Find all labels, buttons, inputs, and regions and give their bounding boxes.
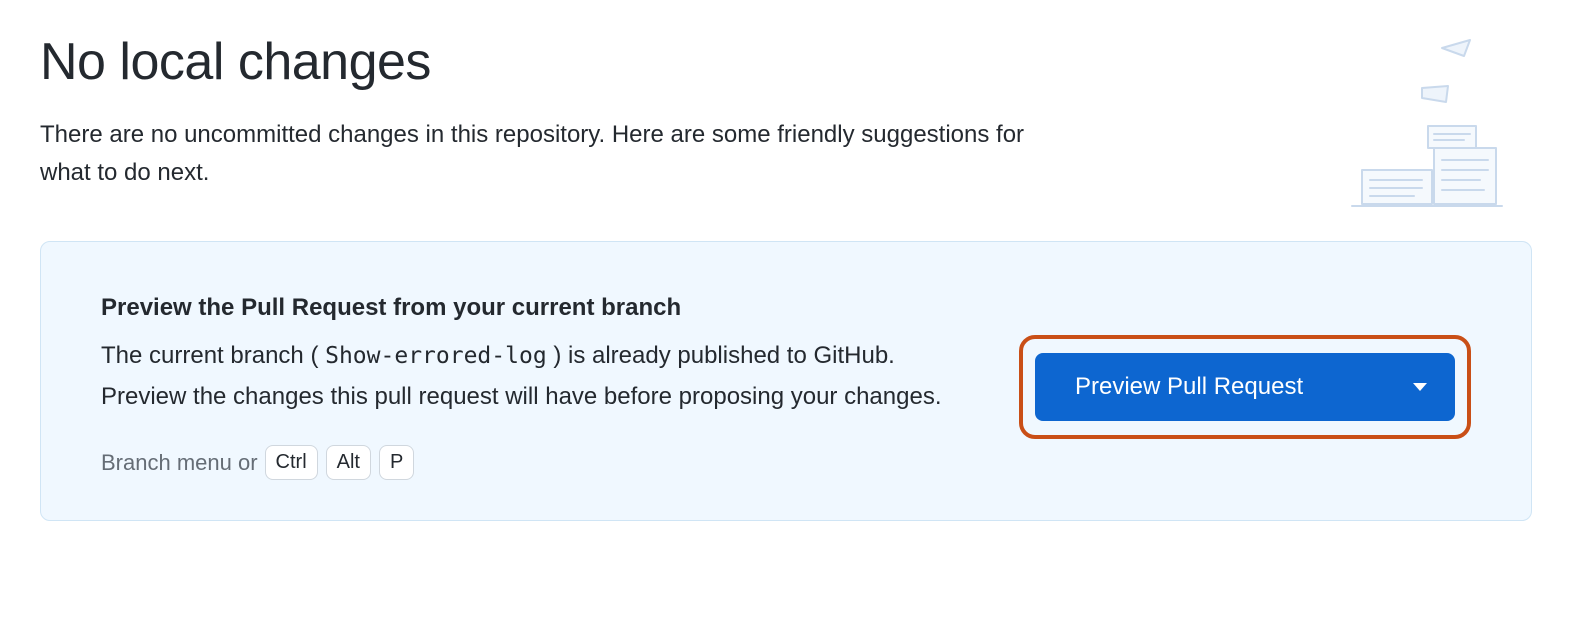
kbd-p: P — [379, 445, 414, 480]
suggestion-panel: Preview the Pull Request from your curre… — [40, 241, 1532, 522]
preview-pull-request-button[interactable]: Preview Pull Request — [1035, 353, 1455, 421]
suggestion-body: The current branch ( Show-errored-log ) … — [101, 336, 979, 418]
suggestion-body-prefix: The current branch ( — [101, 342, 318, 369]
page-title: No local changes — [40, 32, 1532, 92]
preview-button-highlight: Preview Pull Request — [1019, 335, 1471, 439]
shortcut-hint: Branch menu or Ctrl Alt P — [101, 445, 979, 480]
page-subtitle: There are no uncommitted changes in this… — [40, 116, 1040, 193]
caret-down-icon — [1413, 383, 1427, 391]
suggestion-title: Preview the Pull Request from your curre… — [101, 294, 979, 322]
kbd-alt: Alt — [326, 445, 371, 480]
kbd-ctrl: Ctrl — [265, 445, 318, 480]
hint-prefix: Branch menu or — [101, 450, 258, 476]
branch-name: Show-errored-log — [325, 343, 547, 369]
preview-button-label: Preview Pull Request — [1075, 373, 1303, 401]
